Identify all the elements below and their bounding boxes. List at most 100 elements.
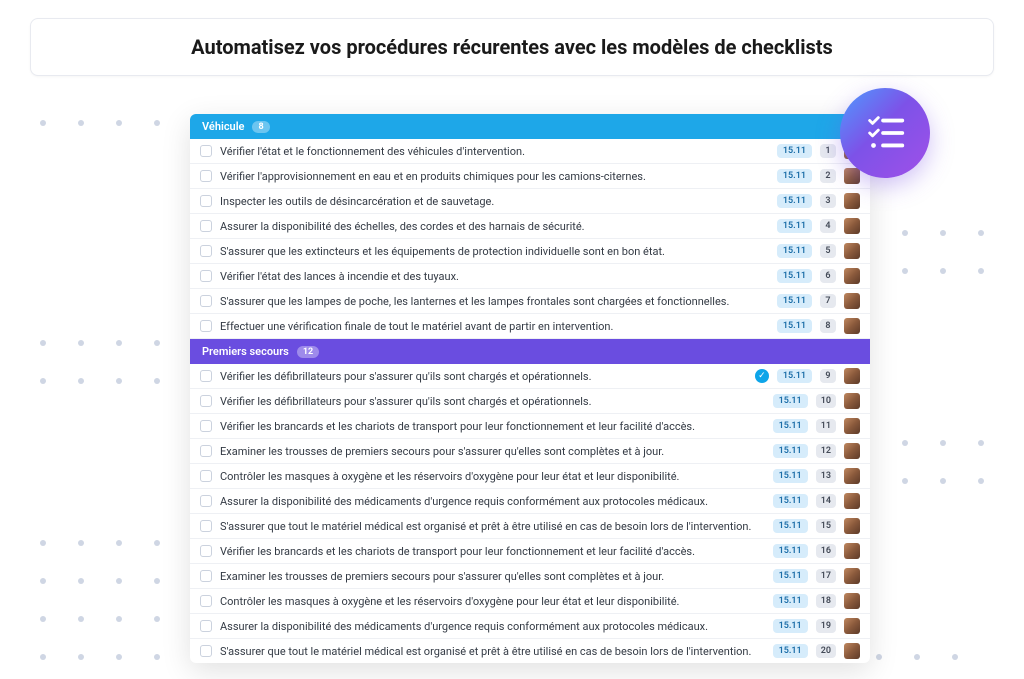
task-checkbox[interactable] bbox=[200, 520, 212, 532]
task-label: Assurer la disponibilité des médicaments… bbox=[220, 620, 765, 633]
task-row[interactable]: Examiner les trousses de premiers secour… bbox=[190, 564, 870, 589]
assignee-avatar[interactable] bbox=[844, 543, 860, 559]
assignee-avatar[interactable] bbox=[844, 218, 860, 234]
assignee-avatar[interactable] bbox=[844, 318, 860, 334]
assignee-avatar[interactable] bbox=[844, 293, 860, 309]
task-checkbox[interactable] bbox=[200, 270, 212, 282]
task-date-badge: 15.11 bbox=[773, 644, 808, 658]
task-row[interactable]: Contrôler les masques à oxygène et les r… bbox=[190, 589, 870, 614]
task-number-badge: 12 bbox=[816, 444, 836, 458]
assignee-avatar[interactable] bbox=[844, 168, 860, 184]
task-row[interactable]: Vérifier les défibrillateurs pour s'assu… bbox=[190, 389, 870, 414]
title-card: Automatisez vos procédures récurentes av… bbox=[30, 18, 994, 76]
task-row[interactable]: S'assurer que tout le matériel médical e… bbox=[190, 639, 870, 663]
task-row[interactable]: S'assurer que les lampes de poche, les l… bbox=[190, 289, 870, 314]
task-number-badge: 11 bbox=[816, 419, 836, 433]
task-date-badge: 15.11 bbox=[773, 594, 808, 608]
task-checkbox[interactable] bbox=[200, 645, 212, 657]
section-header[interactable]: Premiers secours 12 bbox=[190, 339, 870, 364]
task-checkbox[interactable] bbox=[200, 170, 212, 182]
task-row[interactable]: S'assurer que tout le matériel médical e… bbox=[190, 514, 870, 539]
checklist-hero-icon bbox=[840, 88, 930, 178]
task-label: Contrôler les masques à oxygène et les r… bbox=[220, 470, 765, 483]
task-label: Contrôler les masques à oxygène et les r… bbox=[220, 595, 765, 608]
task-checkbox[interactable] bbox=[200, 245, 212, 257]
assignee-avatar[interactable] bbox=[844, 443, 860, 459]
task-label: Inspecter les outils de désincarcération… bbox=[220, 195, 769, 208]
task-number-badge: 4 bbox=[820, 219, 836, 233]
task-checkbox[interactable] bbox=[200, 595, 212, 607]
assignee-avatar[interactable] bbox=[844, 568, 860, 584]
task-date-badge: 15.11 bbox=[773, 419, 808, 433]
task-number-badge: 7 bbox=[820, 294, 836, 308]
task-checkbox[interactable] bbox=[200, 620, 212, 632]
task-row[interactable]: Contrôler les masques à oxygène et les r… bbox=[190, 464, 870, 489]
task-checkbox[interactable] bbox=[200, 545, 212, 557]
checklist-panel: Véhicule8Vérifier l'état et le fonctionn… bbox=[190, 114, 870, 663]
assignee-avatar[interactable] bbox=[844, 618, 860, 634]
task-label: Examiner les trousses de premiers secour… bbox=[220, 570, 765, 583]
task-date-badge: 15.11 bbox=[777, 369, 812, 383]
task-checkbox[interactable] bbox=[200, 470, 212, 482]
task-label: S'assurer que les lampes de poche, les l… bbox=[220, 295, 769, 308]
task-row[interactable]: S'assurer que les extincteurs et les équ… bbox=[190, 239, 870, 264]
task-row[interactable]: Vérifier les brancards et les chariots d… bbox=[190, 414, 870, 439]
task-row[interactable]: Effectuer une vérification finale de tou… bbox=[190, 314, 870, 339]
task-number-badge: 15 bbox=[816, 519, 836, 533]
task-number-badge: 10 bbox=[816, 394, 836, 408]
task-date-badge: 15.11 bbox=[777, 294, 812, 308]
assignee-avatar[interactable] bbox=[844, 643, 860, 659]
task-number-badge: 1 bbox=[820, 144, 836, 158]
task-checkbox[interactable] bbox=[200, 220, 212, 232]
task-row[interactable]: Inspecter les outils de désincarcération… bbox=[190, 189, 870, 214]
section-title: Premiers secours bbox=[202, 345, 289, 358]
task-checkbox[interactable] bbox=[200, 570, 212, 582]
task-checkbox[interactable] bbox=[200, 395, 212, 407]
task-checkbox[interactable] bbox=[200, 370, 212, 382]
assignee-avatar[interactable] bbox=[844, 593, 860, 609]
assignee-avatar[interactable] bbox=[844, 243, 860, 259]
assignee-avatar[interactable] bbox=[844, 368, 860, 384]
section-header[interactable]: Véhicule8 bbox=[190, 114, 870, 139]
assignee-avatar[interactable] bbox=[844, 268, 860, 284]
task-row[interactable]: Vérifier l'état et le fonctionnement des… bbox=[190, 139, 870, 164]
task-checkbox[interactable] bbox=[200, 495, 212, 507]
task-date-badge: 15.11 bbox=[773, 469, 808, 483]
task-row[interactable]: Vérifier l'état des lances à incendie et… bbox=[190, 264, 870, 289]
task-row[interactable]: Assurer la disponibilité des médicaments… bbox=[190, 489, 870, 514]
task-row[interactable]: Assurer la disponibilité des échelles, d… bbox=[190, 214, 870, 239]
section-count-badge: 12 bbox=[297, 346, 319, 358]
task-row[interactable]: Examiner les trousses de premiers secour… bbox=[190, 439, 870, 464]
assignee-avatar[interactable] bbox=[844, 393, 860, 409]
task-row[interactable]: Vérifier l'approvisionnement en eau et e… bbox=[190, 164, 870, 189]
task-checkbox[interactable] bbox=[200, 320, 212, 332]
task-label: S'assurer que tout le matériel médical e… bbox=[220, 645, 765, 658]
task-date-badge: 15.11 bbox=[773, 519, 808, 533]
task-row[interactable]: Vérifier les défibrillateurs pour s'assu… bbox=[190, 364, 870, 389]
task-checkbox[interactable] bbox=[200, 445, 212, 457]
task-checkbox[interactable] bbox=[200, 420, 212, 432]
task-date-badge: 15.11 bbox=[773, 544, 808, 558]
assignee-avatar[interactable] bbox=[844, 493, 860, 509]
assignee-avatar[interactable] bbox=[844, 193, 860, 209]
task-label: Vérifier les défibrillateurs pour s'assu… bbox=[220, 370, 747, 383]
assignee-avatar[interactable] bbox=[844, 468, 860, 484]
task-checkbox[interactable] bbox=[200, 195, 212, 207]
task-date-badge: 15.11 bbox=[773, 444, 808, 458]
task-row[interactable]: Assurer la disponibilité des médicaments… bbox=[190, 614, 870, 639]
task-label: Vérifier l'approvisionnement en eau et e… bbox=[220, 170, 769, 183]
task-number-badge: 13 bbox=[816, 469, 836, 483]
task-number-badge: 6 bbox=[820, 269, 836, 283]
task-checkbox[interactable] bbox=[200, 295, 212, 307]
task-label: Vérifier les brancards et les chariots d… bbox=[220, 420, 765, 433]
task-row[interactable]: Vérifier les brancards et les chariots d… bbox=[190, 539, 870, 564]
assignee-avatar[interactable] bbox=[844, 418, 860, 434]
task-number-badge: 19 bbox=[816, 619, 836, 633]
task-number-badge: 5 bbox=[820, 244, 836, 258]
task-label: Vérifier l'état des lances à incendie et… bbox=[220, 270, 769, 283]
task-label: Vérifier les défibrillateurs pour s'assu… bbox=[220, 395, 765, 408]
check-icon: ✓ bbox=[755, 369, 769, 383]
assignee-avatar[interactable] bbox=[844, 518, 860, 534]
task-checkbox[interactable] bbox=[200, 145, 212, 157]
task-number-badge: 8 bbox=[820, 319, 836, 333]
